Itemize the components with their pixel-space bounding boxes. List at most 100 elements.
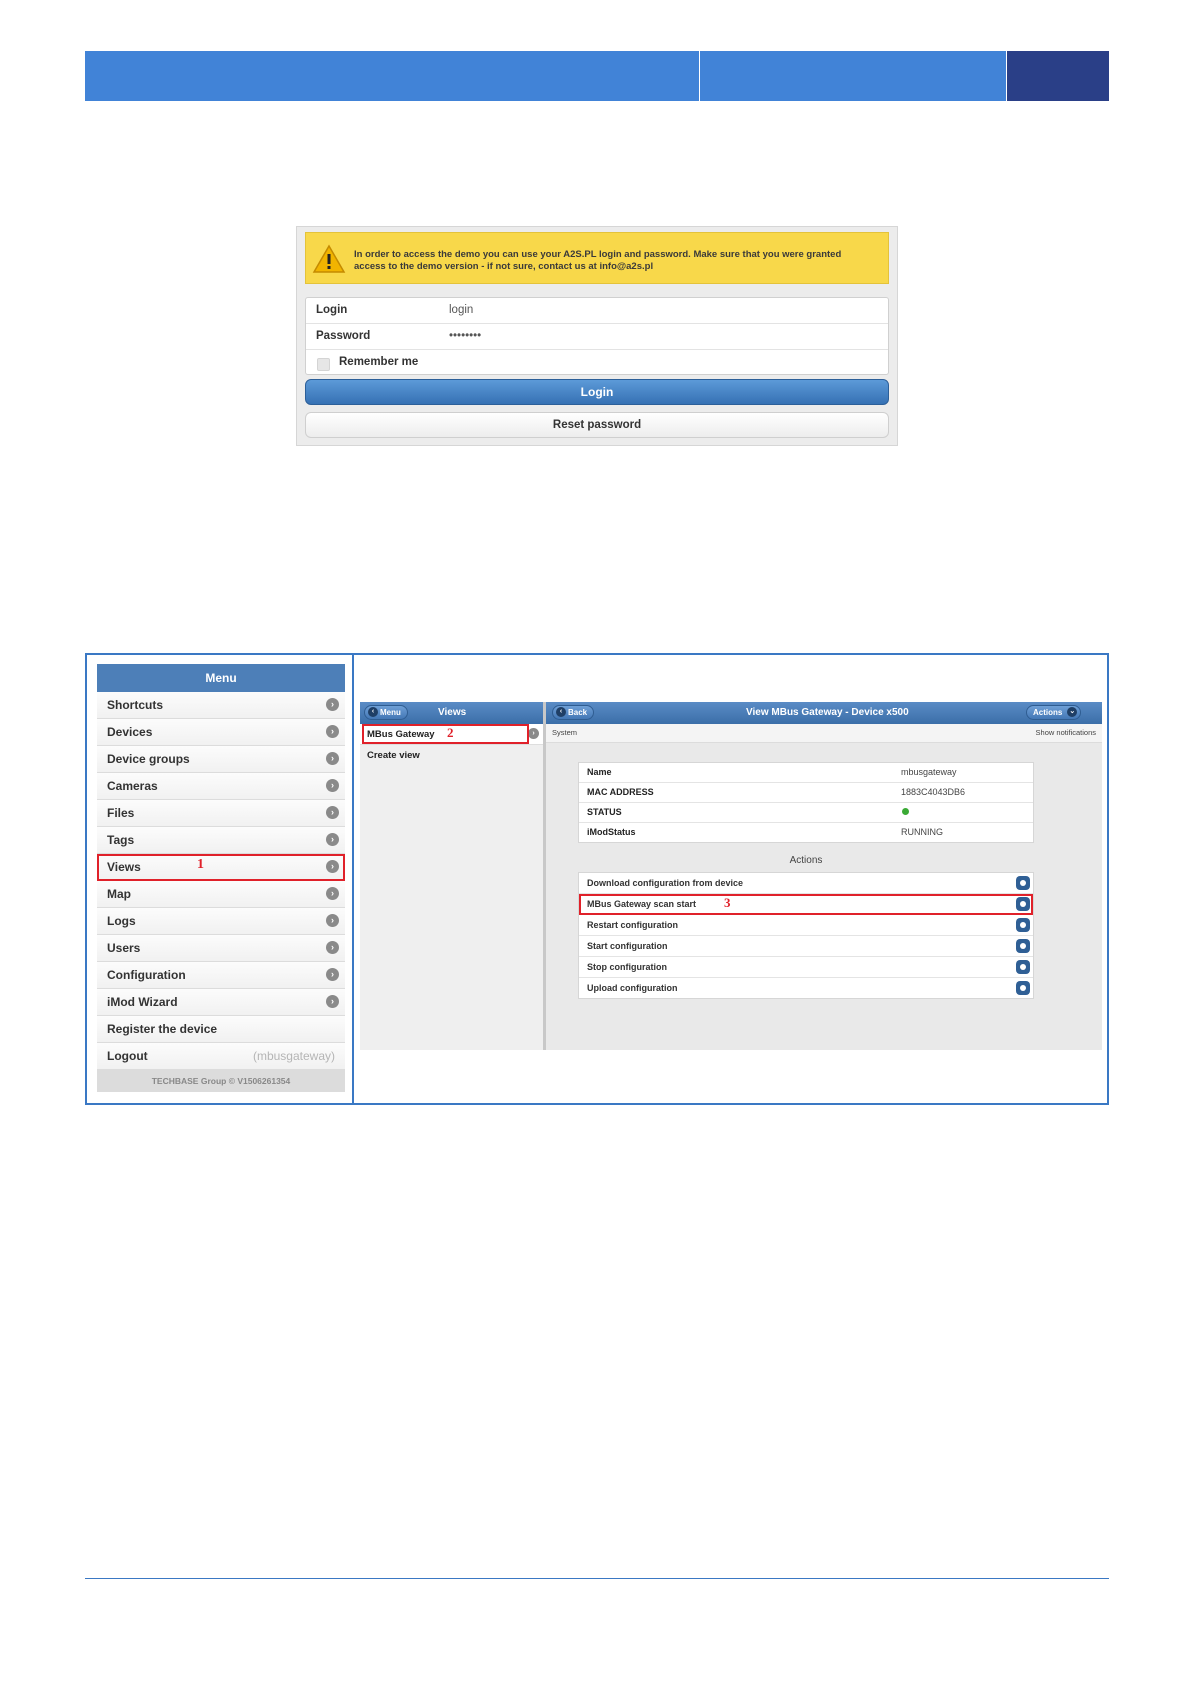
views-title: Views	[438, 707, 467, 718]
menu-item-views[interactable]: Views 1 ›	[97, 854, 345, 881]
menu-item-label: iMod Wizard	[107, 995, 178, 1009]
chevron-right-icon: ›	[326, 779, 339, 792]
remember-row: Remember me	[306, 350, 888, 376]
login-input[interactable]: login	[449, 304, 473, 316]
menu-item-register-device[interactable]: Register the device	[97, 1016, 345, 1043]
show-notifications-link[interactable]: Show notifications	[1036, 728, 1096, 737]
action-label: Stop configuration	[587, 962, 667, 972]
info-key: Name	[587, 767, 612, 777]
action-label: Download configuration from device	[587, 878, 744, 888]
menu-item-label: Files	[107, 806, 135, 820]
device-info-table: Name mbusgateway MAC ADDRESS 1883C4043DB6 …	[578, 762, 1034, 843]
menu-item-logs[interactable]: Logs ›	[97, 908, 345, 935]
views-item-label: Create view	[367, 750, 420, 761]
tab-system[interactable]: System	[552, 728, 577, 737]
views-topbar: ‹ Menu Views	[360, 702, 543, 724]
back-label: Back	[568, 708, 588, 717]
views-list-panel: MBus Gateway 2 › Create view	[360, 724, 543, 1050]
warning-text: In order to access the demo you can use …	[354, 249, 842, 272]
menu-item-label: Cameras	[107, 779, 158, 793]
gear-icon[interactable]	[1016, 918, 1030, 932]
chevron-right-icon: ›	[326, 914, 339, 927]
warning-icon	[312, 244, 346, 273]
remember-label: Remember me	[339, 356, 419, 368]
chevron-right-icon: ›	[326, 698, 339, 711]
action-restart-config[interactable]: Restart configuration	[579, 915, 1033, 936]
menu-item-devices[interactable]: Devices ›	[97, 719, 345, 746]
actions-list: Download configuration from device MBus …	[578, 872, 1034, 999]
action-upload-config[interactable]: Upload configuration	[579, 978, 1033, 998]
login-label: Login	[316, 304, 348, 316]
menu-item-device-groups[interactable]: Device groups ›	[97, 746, 345, 773]
info-value: 1883C4043DB6	[901, 787, 966, 797]
views-item-create-view[interactable]: Create view	[360, 745, 543, 765]
highlight-box-2	[362, 724, 529, 744]
chevron-left-icon: ‹	[368, 707, 378, 717]
gear-icon[interactable]	[1016, 960, 1030, 974]
logout-username: (mbusgateway)	[252, 1049, 335, 1063]
chevron-down-icon: ⌄	[1067, 707, 1078, 717]
action-label: Start configuration	[587, 941, 668, 951]
info-row: STATUS	[579, 803, 1033, 823]
chevron-left-icon: ‹	[556, 707, 566, 717]
demo-warning-box: In order to access the demo you can use …	[305, 232, 889, 284]
back-button[interactable]: ‹ Back	[552, 705, 595, 720]
info-row: iModStatus RUNNING	[579, 823, 1033, 842]
remember-checkbox[interactable]	[317, 358, 330, 371]
reset-password-button[interactable]: Reset password	[305, 412, 889, 438]
menu-item-users[interactable]: Users ›	[97, 935, 345, 962]
menu-item-logout[interactable]: Logout (mbusgateway)	[97, 1043, 345, 1070]
chevron-right-icon: ›	[326, 806, 339, 819]
menu-item-label: Users	[107, 941, 141, 955]
action-mbus-scan-start[interactable]: MBus Gateway scan start 3	[579, 894, 1033, 915]
gear-icon[interactable]	[1016, 939, 1030, 953]
detail-title: View MBus Gateway - Device x500	[746, 707, 909, 718]
password-label: Password	[316, 330, 371, 342]
password-row: Password ••••••••	[306, 324, 888, 350]
chevron-right-icon: ›	[326, 725, 339, 738]
menu-item-label: Register the device	[107, 1022, 218, 1036]
detail-subbar: System Show notifications	[546, 724, 1102, 743]
menu-item-label: Map	[107, 887, 131, 901]
menu-item-files[interactable]: Files ›	[97, 800, 345, 827]
action-download-config[interactable]: Download configuration from device	[579, 873, 1033, 894]
views-screenshot-frame: Menu Shortcuts › Devices › Device groups › …	[85, 653, 1109, 1105]
menu-item-label: Tags	[107, 833, 135, 847]
gear-icon[interactable]	[1016, 981, 1030, 995]
info-key: STATUS	[587, 807, 622, 817]
menu-item-tags[interactable]: Tags ›	[97, 827, 345, 854]
menu-back-button[interactable]: ‹ Menu	[364, 705, 408, 720]
menu-item-label: Device groups	[107, 752, 190, 766]
header-band-left	[85, 51, 699, 101]
menu-title: Menu	[97, 664, 345, 692]
menu-item-shortcuts[interactable]: Shortcuts ›	[97, 692, 345, 719]
login-button[interactable]: Login	[305, 379, 889, 405]
actions-dropdown-button[interactable]: Actions ⌄	[1026, 705, 1082, 720]
step-marker-1: 1	[197, 857, 204, 872]
info-value: mbusgateway	[901, 767, 957, 777]
chevron-right-icon: ›	[326, 887, 339, 900]
action-label: Upload configuration	[587, 983, 678, 993]
action-start-config[interactable]: Start configuration	[579, 936, 1033, 957]
menu-item-configuration[interactable]: Configuration ›	[97, 962, 345, 989]
footer-rule	[85, 1578, 1109, 1579]
password-input[interactable]: ••••••••	[449, 330, 481, 342]
menu-item-imod-wizard[interactable]: iMod Wizard ›	[97, 989, 345, 1016]
gear-icon[interactable]	[1016, 876, 1030, 890]
detail-topbar: ‹ Back View MBus Gateway - Device x500 Ac…	[546, 702, 1102, 724]
chevron-right-icon: ›	[528, 728, 539, 739]
view-detail-screenshot: ‹ Menu Views ‹ Back View MBus Gateway - De…	[360, 702, 1102, 1050]
info-value: RUNNING	[901, 827, 943, 837]
info-key: MAC ADDRESS	[587, 787, 654, 797]
menu-item-label: Shortcuts	[107, 698, 164, 712]
menu-item-cameras[interactable]: Cameras ›	[97, 773, 345, 800]
chevron-right-icon: ›	[326, 941, 339, 954]
gear-icon[interactable]	[1016, 897, 1030, 911]
menu-back-label: Menu	[380, 708, 401, 717]
info-key: iModStatus	[587, 827, 636, 837]
info-row: MAC ADDRESS 1883C4043DB6	[579, 783, 1033, 803]
menu-item-map[interactable]: Map ›	[97, 881, 345, 908]
menu-item-label: Views	[107, 860, 141, 874]
header-band-middle	[700, 51, 1006, 101]
action-stop-config[interactable]: Stop configuration	[579, 957, 1033, 978]
